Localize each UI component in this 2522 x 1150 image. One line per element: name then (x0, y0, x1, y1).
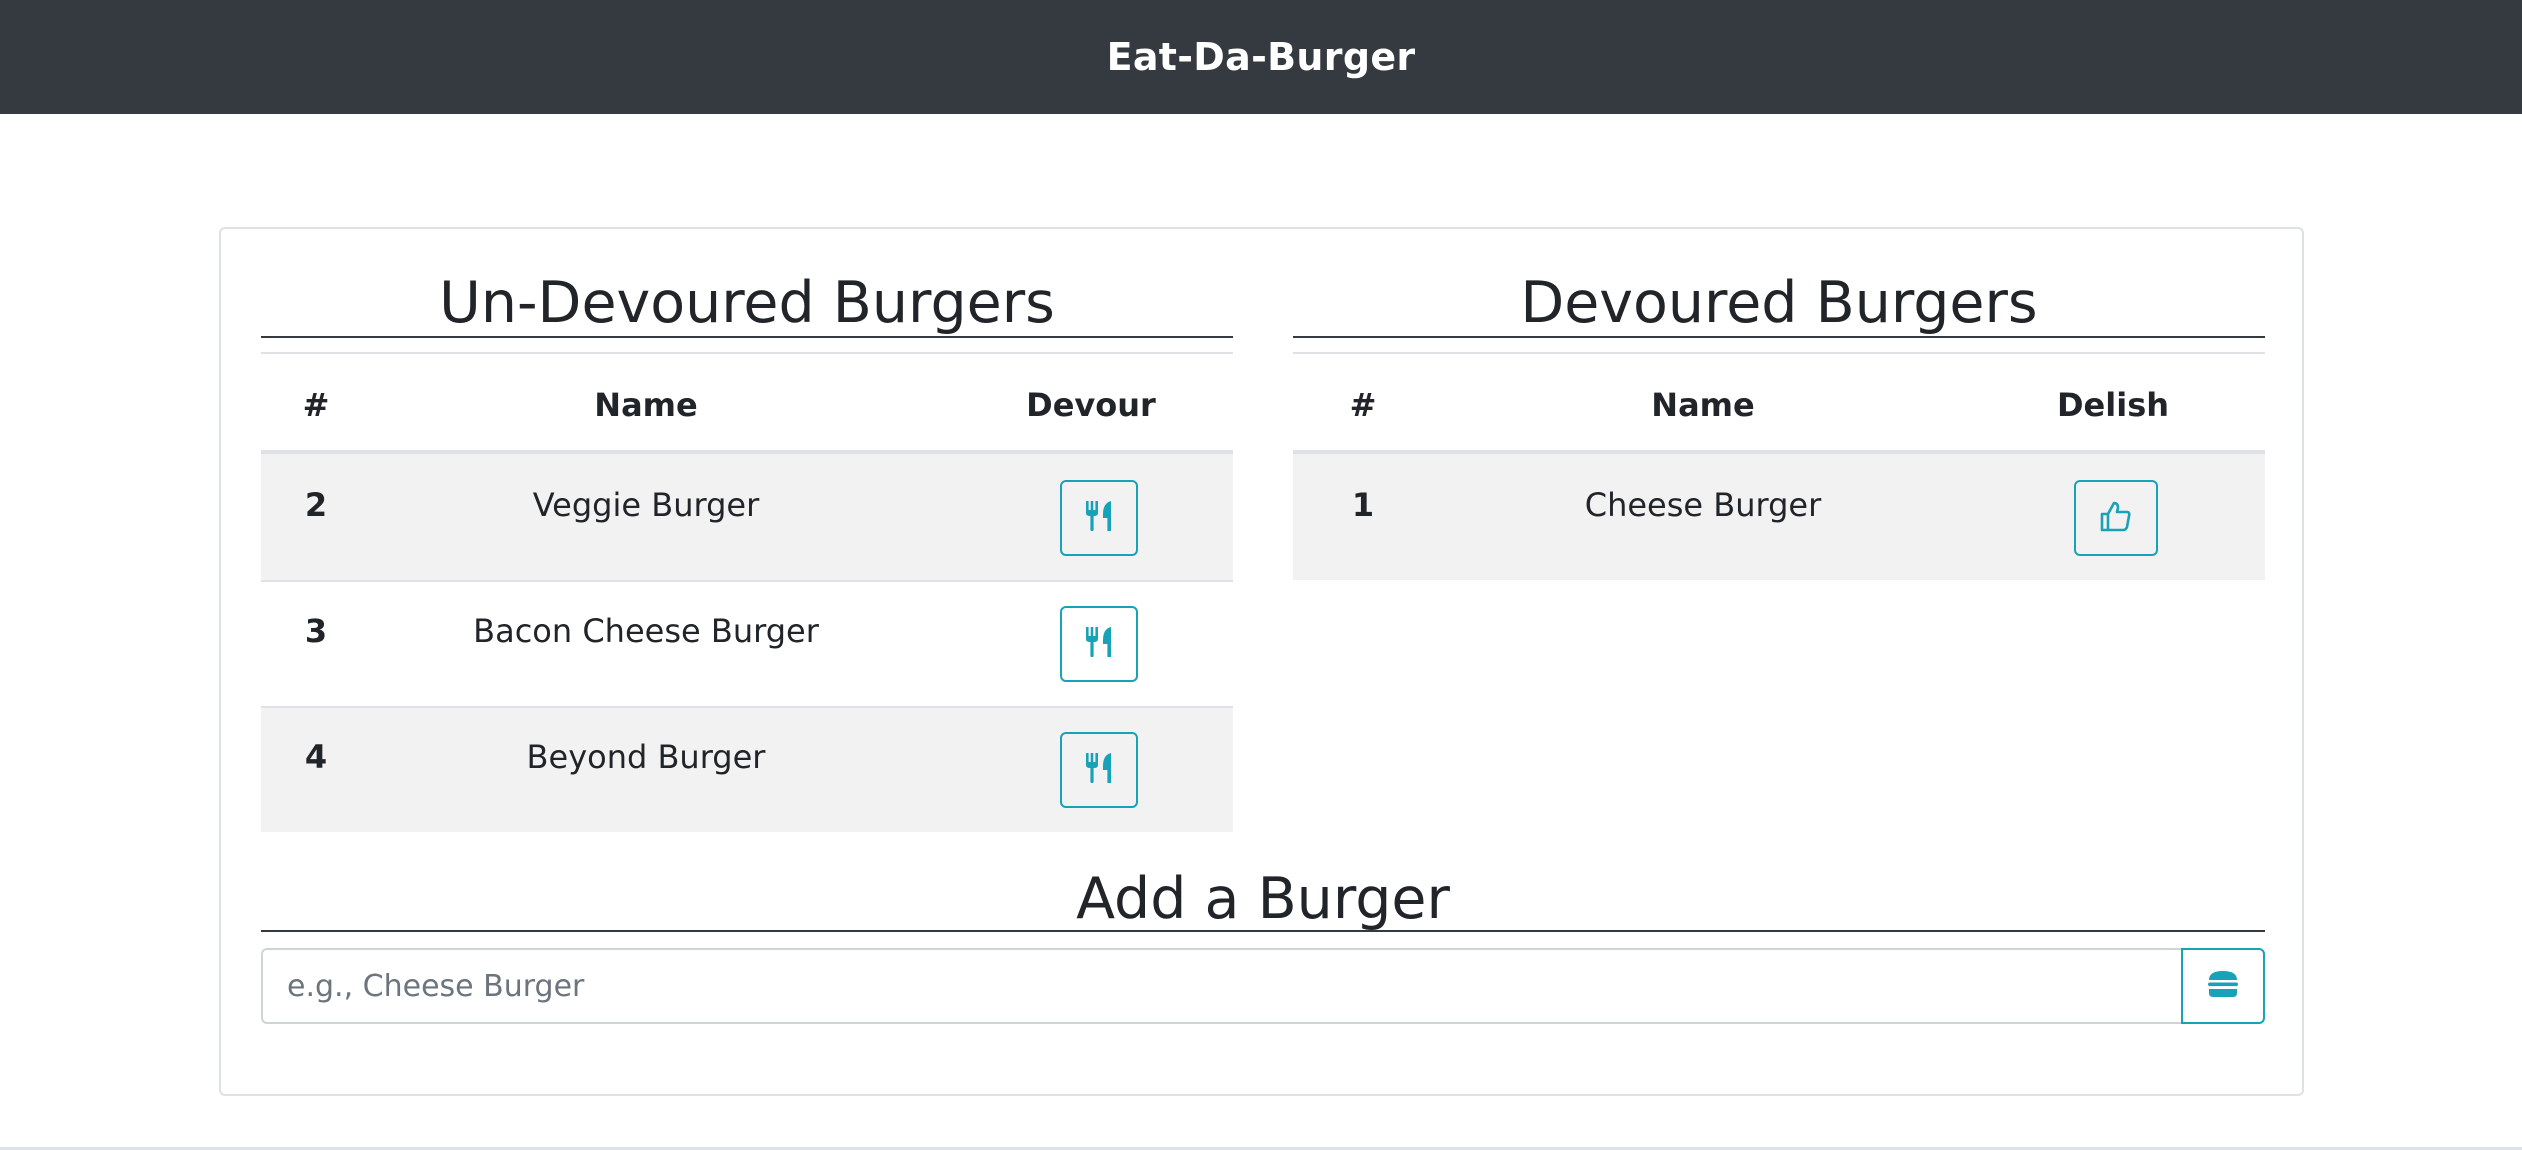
table-row: 3 Bacon Cheese Burger (261, 580, 1233, 706)
row-number: 1 (1351, 486, 1375, 524)
delish-button[interactable] (2074, 480, 2158, 556)
table-row: 4 Beyond Burger (261, 706, 1233, 832)
devoured-table: # Name Delish 1 Cheese Burger (1293, 352, 2265, 580)
burger-name: Bacon Cheese Burger (473, 612, 819, 650)
column-header-name: Name (594, 386, 698, 424)
column-header-delish: Delish (2056, 386, 2170, 424)
devour-button[interactable] (1060, 606, 1138, 682)
thumbs-up-icon (2099, 499, 2133, 537)
burger-name: Cheese Burger (1584, 486, 1822, 524)
utensils-icon (1084, 625, 1114, 663)
column-header-devour: Devour (1026, 386, 1156, 424)
hamburger-icon (2206, 969, 2240, 1003)
devoured-title: Devoured Burgers (1293, 268, 2265, 338)
table-top-border (1293, 352, 2265, 354)
burger-name: Beyond Burger (526, 738, 766, 776)
devour-button[interactable] (1060, 480, 1138, 556)
add-burger-title: Add a Burger (261, 864, 2265, 932)
row-number: 4 (304, 738, 328, 776)
undevoured-title: Un-Devoured Burgers (261, 268, 1233, 338)
devour-button[interactable] (1060, 732, 1138, 808)
table-row: 1 Cheese Burger (1293, 454, 2265, 580)
column-header-name: Name (1651, 386, 1755, 424)
navbar-brand[interactable]: Eat-Da-Burger (1107, 35, 1416, 79)
undevoured-table: # Name Devour 2 Veggie Burger 3 Bacon Ch… (261, 352, 1233, 832)
row-number: 3 (304, 612, 328, 650)
utensils-icon (1084, 751, 1114, 789)
add-burger-form (261, 948, 2265, 1024)
add-burger-button[interactable] (2181, 948, 2265, 1024)
column-header-number: # (302, 386, 330, 424)
row-number: 2 (304, 486, 328, 524)
burger-name-input[interactable] (261, 948, 2183, 1024)
column-header-number: # (1349, 386, 1377, 424)
table-top-border (261, 352, 1233, 354)
navbar: Eat-Da-Burger (0, 0, 2522, 114)
table-row: 2 Veggie Burger (261, 454, 1233, 580)
utensils-icon (1084, 499, 1114, 537)
burger-name: Veggie Burger (532, 486, 760, 524)
